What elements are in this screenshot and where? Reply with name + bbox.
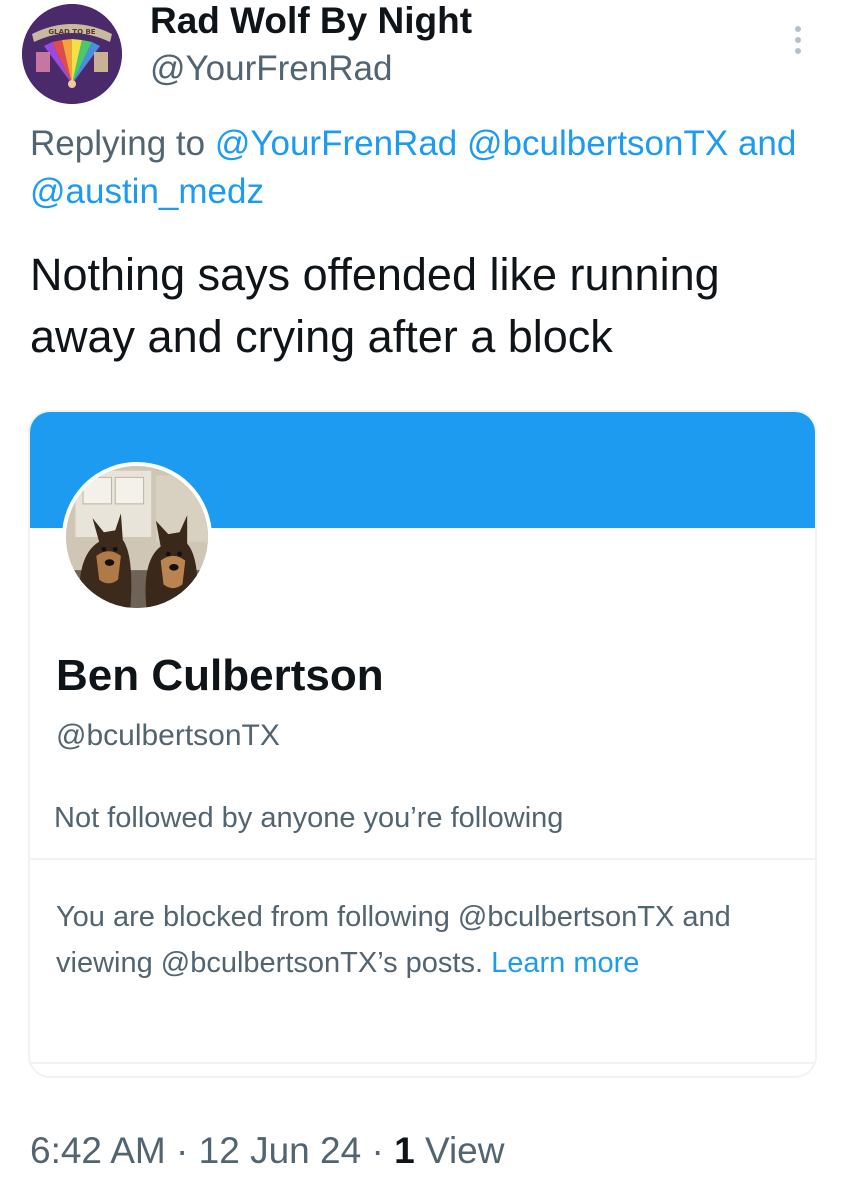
- blocked-notice: You are blocked from following @bculbert…: [56, 894, 796, 986]
- mention-link[interactable]: @austin_medz: [30, 172, 264, 211]
- tweet-time[interactable]: 6:42 AM: [30, 1130, 166, 1171]
- tweet-text: Nothing says offended like running away …: [30, 249, 720, 362]
- replying-to-line: Replying to @YourFrenRad @bculbertsonTX …: [30, 120, 830, 216]
- author-avatar[interactable]: GLAD TO BE: [22, 4, 122, 104]
- profile-handle[interactable]: @bculbertsonTX: [56, 716, 280, 756]
- card-divider: [30, 1062, 815, 1064]
- avatar-image: GLAD TO BE: [22, 4, 122, 104]
- tweet-date[interactable]: 12 Jun 24: [199, 1130, 362, 1171]
- view-count[interactable]: 1: [394, 1130, 415, 1171]
- card-divider: [30, 858, 815, 860]
- learn-more-link[interactable]: Learn more: [491, 947, 639, 979]
- dogs-profile-photo: [66, 466, 208, 608]
- mention-link[interactable]: @YourFrenRad: [215, 124, 457, 163]
- author-display-name[interactable]: Rad Wolf By Night: [150, 0, 472, 42]
- more-vertical-icon: [795, 26, 801, 32]
- meta-separator: ·: [371, 1130, 384, 1171]
- author-handle[interactable]: @YourFrenRad: [150, 48, 392, 90]
- mention-link[interactable]: @bculbertsonTX: [467, 124, 728, 163]
- followed-by-text: Not followed by anyone you’re following: [54, 802, 564, 834]
- replying-to-label: Replying to: [30, 124, 206, 163]
- avatar-banner-text: GLAD TO BE: [48, 28, 95, 36]
- tweet-detail: GLAD TO BE Rad Wolf By Night @YourFrenRa…: [0, 0, 845, 1200]
- profile-avatar[interactable]: [62, 462, 212, 612]
- view-label[interactable]: View: [425, 1130, 505, 1171]
- embedded-profile-card[interactable]: Ben Culbertson @bculbertsonTX Not follow…: [28, 410, 817, 1078]
- more-options-button[interactable]: [782, 20, 814, 60]
- meta-separator: ·: [176, 1130, 189, 1171]
- profile-name[interactable]: Ben Culbertson: [56, 650, 384, 702]
- tweet-meta: 6:42 AM · 12 Jun 24 · 1 View: [30, 1128, 504, 1174]
- mention-and[interactable]: and: [738, 124, 796, 163]
